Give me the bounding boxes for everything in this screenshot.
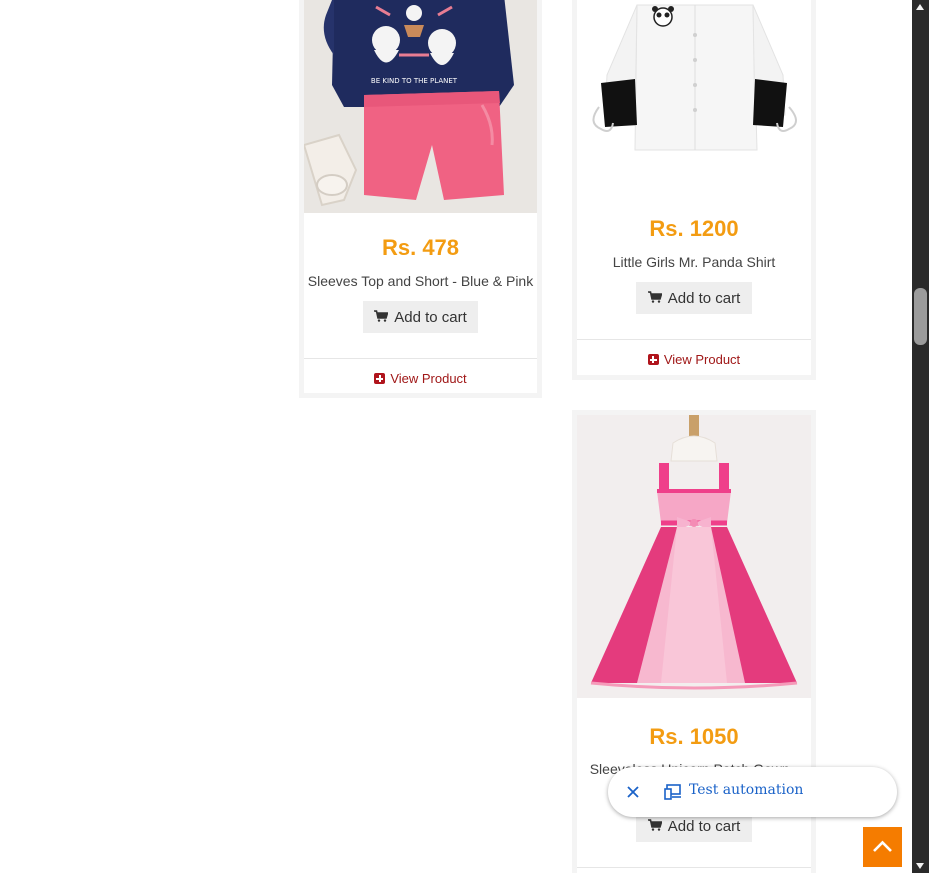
close-icon[interactable]: [624, 783, 642, 801]
card-divider: [304, 358, 537, 359]
product-image[interactable]: [577, 0, 811, 185]
product-card: BE KIND TO THE PLANET Rs. 478 Sleeves To…: [299, 0, 542, 398]
devices-icon: [664, 784, 682, 800]
plus-square-icon: [647, 354, 659, 365]
card-divider: [577, 867, 811, 868]
back-to-top-button[interactable]: [863, 827, 902, 867]
test-automation-label[interactable]: Test automation: [689, 782, 803, 798]
plus-square-icon: [374, 373, 386, 384]
product-price: Rs. 1050: [649, 724, 739, 749]
add-to-cart-button[interactable]: Add to cart: [363, 301, 478, 333]
card-divider: [577, 339, 811, 340]
product-image[interactable]: [577, 415, 811, 698]
add-to-cart-label: Add to cart: [667, 817, 741, 835]
view-product-link[interactable]: View Product: [577, 352, 811, 367]
view-product-label: View Product: [390, 371, 467, 386]
scroll-thumb[interactable]: [914, 288, 927, 345]
shopping-cart-icon: [647, 818, 663, 835]
product-image[interactable]: BE KIND TO THE PLANET: [304, 0, 537, 213]
test-automation-bar: Test automation: [608, 767, 897, 817]
product-card: Rs. 1200 Little Girls Mr. Panda Shirt Ad…: [572, 0, 816, 380]
shopping-cart-icon: [647, 290, 663, 307]
product-name[interactable]: Sleeves Top and Short - Blue & Pink: [304, 273, 537, 289]
add-to-cart-button[interactable]: Add to cart: [636, 282, 752, 314]
shopping-cart-icon: [374, 309, 389, 326]
add-to-cart-label: Add to cart: [394, 308, 467, 326]
scroll-down-arrow-icon[interactable]: [916, 863, 924, 869]
view-product-link[interactable]: View Product: [304, 371, 537, 386]
print-slogan: BE KIND TO THE PLANET: [371, 77, 458, 85]
vertical-scrollbar[interactable]: [912, 0, 929, 873]
scroll-up-arrow-icon[interactable]: [916, 4, 924, 10]
product-price: Rs. 1200: [649, 216, 739, 241]
chevron-up-icon: [863, 840, 902, 871]
product-price: Rs. 478: [381, 235, 460, 260]
add-to-cart-label: Add to cart: [667, 289, 741, 307]
product-name[interactable]: Little Girls Mr. Panda Shirt: [577, 254, 811, 270]
view-product-label: View Product: [663, 352, 741, 367]
